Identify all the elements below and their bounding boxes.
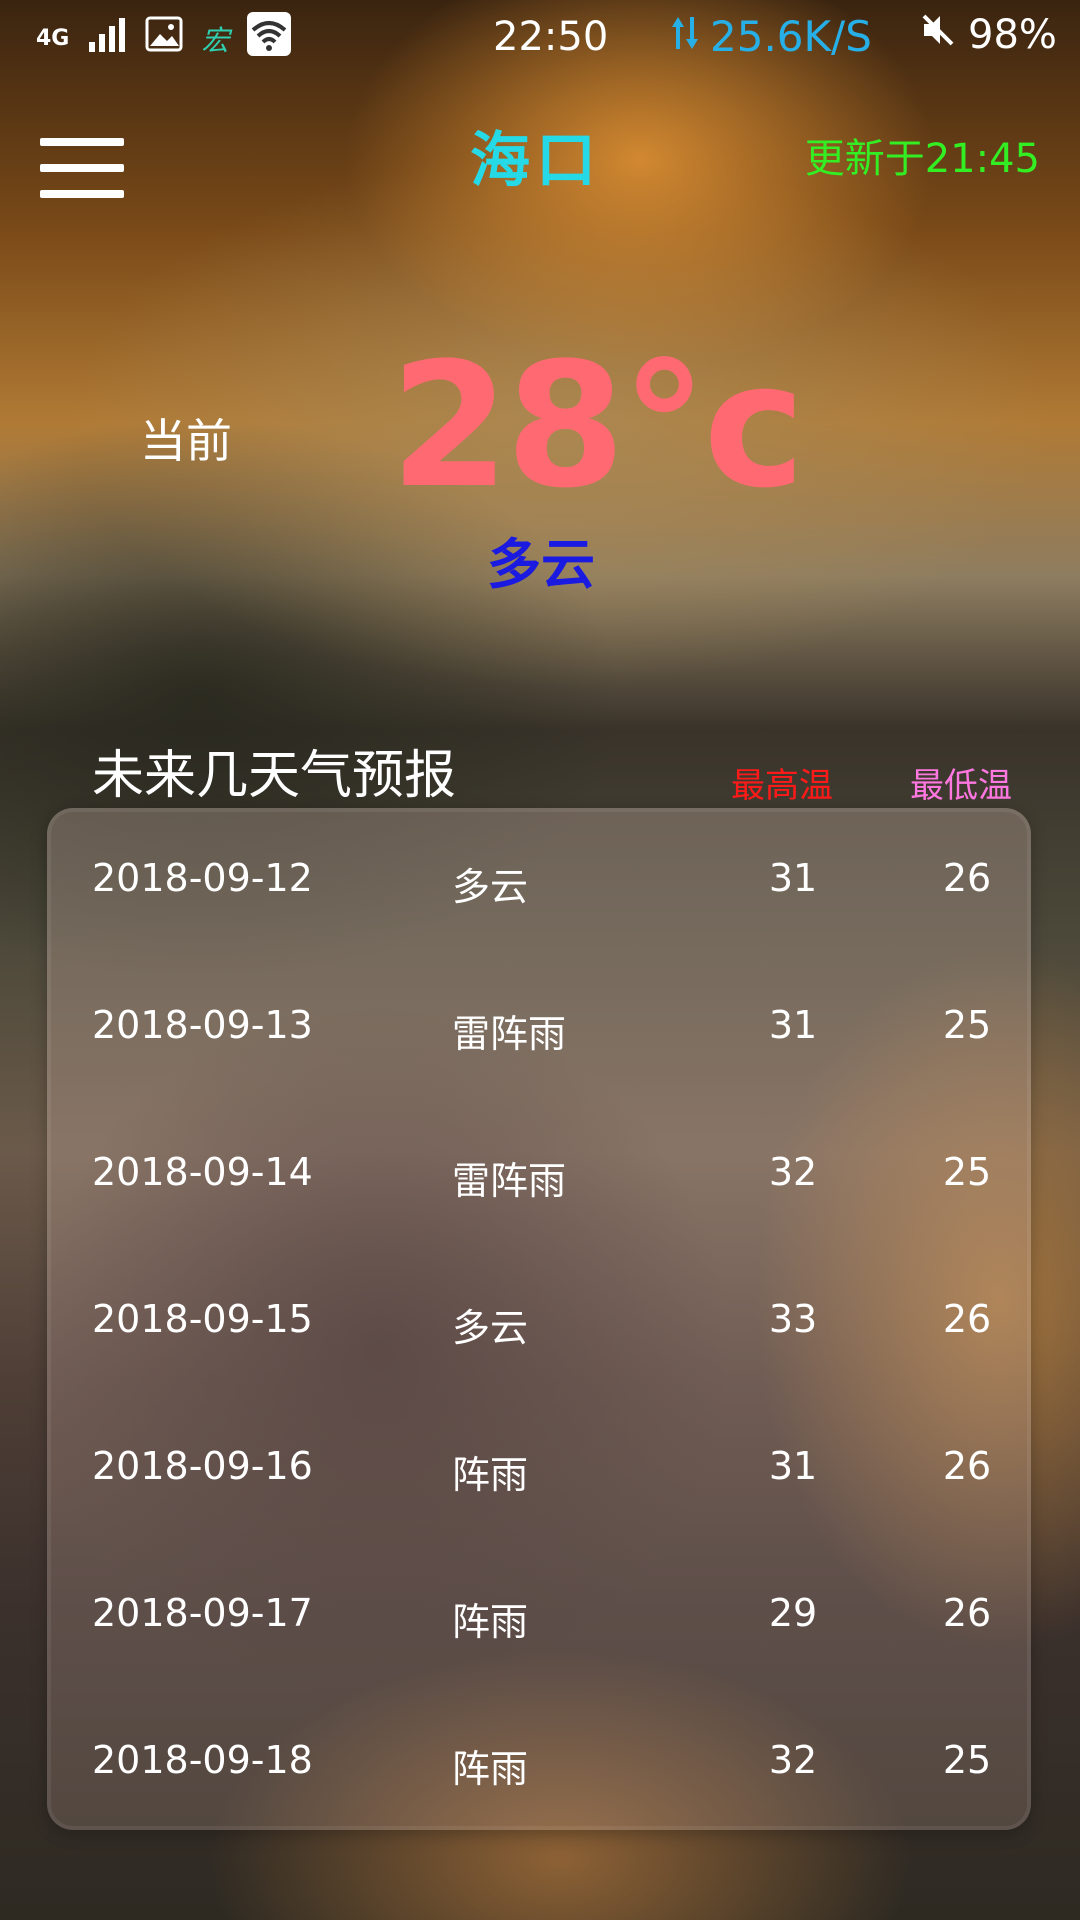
forecast-date: 2018-09-18 [92, 1738, 313, 1782]
forecast-row: 2018-09-17 阵雨 29 26 [47, 1543, 1031, 1690]
forecast-row: 2018-09-13 雷阵雨 31 25 [47, 955, 1031, 1102]
forecast-low: 26 [942, 1444, 992, 1488]
forecast-condition: 阵雨 [452, 1600, 529, 1644]
forecast-date: 2018-09-13 [92, 1003, 313, 1047]
forecast-condition: 雷阵雨 [452, 1159, 567, 1203]
column-header-high: 最高温 [731, 766, 833, 806]
image-icon [145, 16, 183, 61]
signal-icon [87, 16, 127, 61]
forecast-row: 2018-09-14 雷阵雨 32 25 [47, 1102, 1031, 1249]
net-speed: 25.6K/S [670, 12, 872, 61]
battery-percent: 98% [968, 12, 1057, 58]
forecast-high: 31 [768, 1444, 818, 1488]
net-speed-value: 25.6K/S [710, 12, 872, 61]
status-bar: 4G 宏 22:50 25.6K/S 98% [0, 0, 1080, 72]
status-right: 98% [920, 12, 1057, 58]
forecast-date: 2018-09-12 [92, 856, 313, 900]
network-type: 4G [36, 25, 70, 51]
forecast-condition: 雷阵雨 [452, 1012, 567, 1056]
status-time: 22:50 [493, 14, 609, 60]
forecast-row: 2018-09-12 多云 31 26 [47, 808, 1031, 955]
forecast-condition: 多云 [452, 865, 529, 909]
forecast-condition: 阵雨 [452, 1747, 529, 1791]
column-header-low: 最低温 [910, 766, 1012, 806]
mute-icon [920, 12, 956, 58]
forecast-low: 25 [942, 1150, 992, 1194]
forecast-low: 25 [942, 1738, 992, 1782]
forecast-high: 31 [768, 856, 818, 900]
forecast-low: 26 [942, 1297, 992, 1341]
forecast-condition: 多云 [452, 1306, 529, 1350]
forecast-date: 2018-09-15 [92, 1297, 313, 1341]
forecast-list: 2018-09-12 多云 31 26 2018-09-13 雷阵雨 31 25… [47, 808, 1031, 1830]
forecast-title: 未来几天气预报 [92, 746, 457, 806]
forecast-date: 2018-09-14 [92, 1150, 313, 1194]
forecast-high: 31 [768, 1003, 818, 1047]
current-condition: 多云 [487, 533, 595, 596]
forecast-low: 25 [942, 1003, 992, 1047]
city-title[interactable]: 海口 [470, 112, 602, 199]
forecast-high: 33 [768, 1297, 818, 1341]
current-label: 当前 [140, 414, 232, 468]
forecast-condition: 阵雨 [452, 1453, 529, 1497]
forecast-low: 26 [942, 856, 992, 900]
forecast-high: 32 [768, 1150, 818, 1194]
update-time: 更新于21:45 [804, 136, 1040, 182]
forecast-low: 26 [942, 1591, 992, 1635]
forecast-row: 2018-09-16 阵雨 31 26 [47, 1396, 1031, 1543]
menu-icon[interactable] [40, 138, 124, 198]
data-arrows-icon [670, 12, 700, 61]
forecast-date: 2018-09-17 [92, 1591, 313, 1635]
status-left-icons: 4G 宏 [36, 12, 292, 65]
forecast-high: 32 [768, 1738, 818, 1782]
forecast-row: 2018-09-15 多云 33 26 [47, 1249, 1031, 1396]
forecast-high: 29 [768, 1591, 818, 1635]
forecast-date: 2018-09-16 [92, 1444, 313, 1488]
wifi-icon [247, 12, 292, 65]
forecast-row: 2018-09-18 阵雨 32 25 [47, 1690, 1031, 1837]
current-temperature: 28°c [390, 325, 805, 526]
carrier-label: 宏 [201, 23, 230, 57]
